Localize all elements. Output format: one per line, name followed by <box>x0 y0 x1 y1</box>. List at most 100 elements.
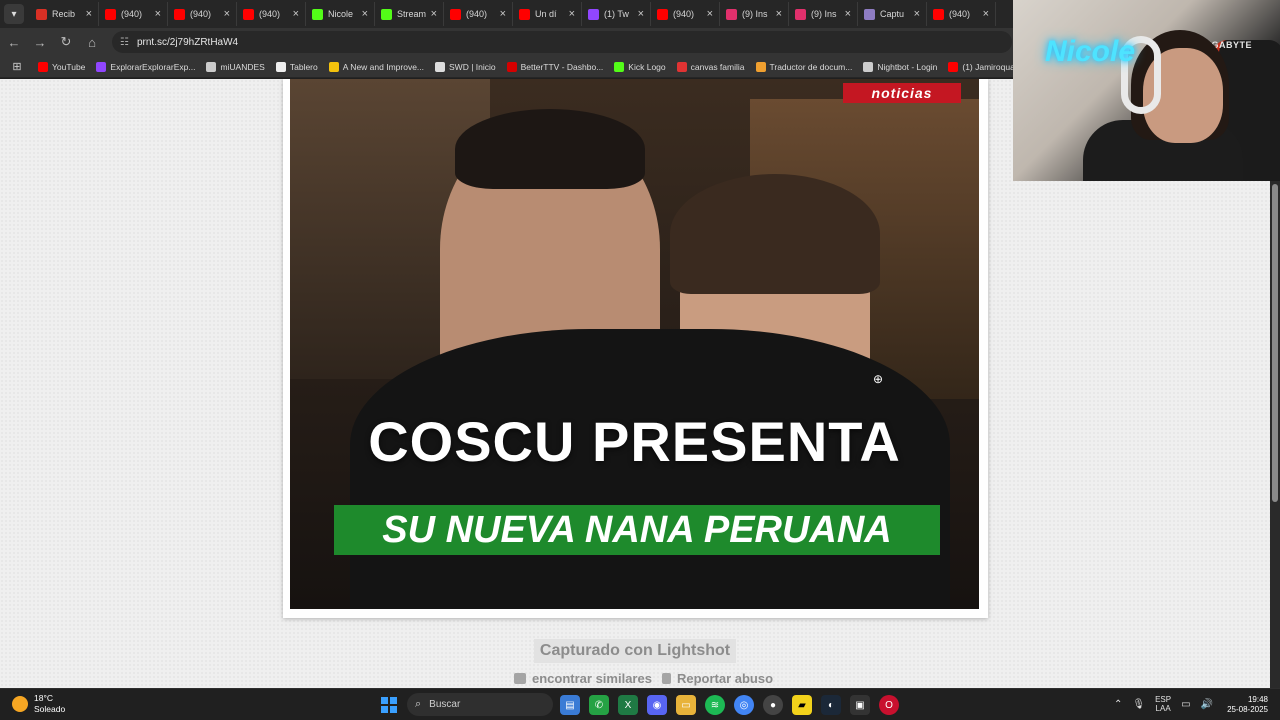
volume-icon[interactable]: 🔊 <box>1201 699 1213 710</box>
close-icon[interactable]: × <box>431 8 437 20</box>
browser-tab[interactable]: (9) Ins × <box>720 2 789 26</box>
bookmark-favicon-icon <box>38 61 48 72</box>
back-button[interactable]: ← <box>2 30 26 54</box>
bookmark-item[interactable]: YouTube <box>38 61 85 72</box>
close-icon[interactable]: × <box>707 8 713 20</box>
browser-tab[interactable]: Recib × <box>30 2 99 26</box>
captured-with-lightshot[interactable]: Capturado con Lightshot <box>534 639 736 663</box>
tab-title: (1) Tw <box>604 9 629 19</box>
browser-tab[interactable]: (1) Tw × <box>582 2 651 26</box>
browser-tab[interactable]: (940) × <box>237 2 306 26</box>
bookmark-label: ExplorarExplorarExp... <box>110 61 196 72</box>
close-icon[interactable]: × <box>983 8 989 20</box>
browser-tab[interactable]: Captu × <box>858 2 927 26</box>
file-explorer-icon[interactable]: ▭ <box>676 695 696 715</box>
bookmark-favicon-icon <box>206 61 217 72</box>
bookmark-item[interactable]: SWD | Inicio <box>435 61 496 72</box>
close-icon[interactable]: × <box>569 8 575 20</box>
system-clock[interactable]: 19:48 25-08-2025 <box>1222 695 1268 715</box>
reload-button[interactable]: ↻ <box>54 30 78 54</box>
bookmark-item[interactable]: Kick Logo <box>614 61 666 72</box>
bookmark-item[interactable]: canvas familia <box>676 61 745 72</box>
bookmark-item[interactable]: Traductor de docum... <box>755 61 852 72</box>
site-info-icon[interactable]: ☷ <box>120 37 129 48</box>
discord-icon[interactable]: ◉ <box>647 695 667 715</box>
spotify-icon[interactable]: ≋ <box>705 695 725 715</box>
bookmark-label: Tablero <box>289 61 318 72</box>
lightshot-icon <box>864 8 875 20</box>
youtube-icon <box>450 8 461 20</box>
bookmark-item[interactable]: miUANDES <box>206 61 265 72</box>
browser-tab[interactable]: (940) × <box>651 2 720 26</box>
kick-icon <box>381 8 392 20</box>
woman-hair <box>670 174 880 294</box>
noticias-badge: noticias <box>843 83 961 103</box>
browser-tab[interactable]: Nicole × <box>306 2 375 26</box>
language-indicator[interactable]: ESP LAA <box>1155 695 1171 713</box>
browser-tab[interactable]: (940) × <box>444 2 513 26</box>
search-icon: ⌕ <box>415 698 422 710</box>
tray-chevron-icon[interactable]: ⌃ <box>1114 699 1122 710</box>
excel-icon[interactable]: X <box>618 695 638 715</box>
home-button[interactable]: ⌂ <box>80 30 104 54</box>
weather-widget[interactable]: 18°C Soleado <box>12 693 65 715</box>
browser-tab[interactable]: (940) × <box>168 2 237 26</box>
screenshot-card: noticias COSCU PRESENTA SU NUEVA NANA PE… <box>283 79 988 618</box>
opera-gx-icon[interactable]: O <box>879 695 899 715</box>
bookmark-item[interactable]: Tablero <box>275 61 318 72</box>
close-icon[interactable]: × <box>776 8 782 20</box>
steam-icon[interactable]: ◐ <box>821 695 841 715</box>
obs-icon[interactable]: ● <box>763 695 783 715</box>
epic-games-icon[interactable]: ▣ <box>850 695 870 715</box>
close-icon[interactable]: × <box>638 8 644 20</box>
close-icon[interactable]: × <box>293 8 299 20</box>
chrome-icon[interactable]: ◎ <box>734 695 754 715</box>
url-input[interactable]: ☷ prnt.sc/2j79hZRtHaW4 <box>112 31 1012 53</box>
browser-tab[interactable]: Un dí × <box>513 2 582 26</box>
taskbar-search[interactable]: ⌕ Buscar <box>407 693 553 716</box>
screenshot-image[interactable]: noticias COSCU PRESENTA SU NUEVA NANA PE… <box>290 79 979 609</box>
browser-tab[interactable]: (940) × <box>927 2 996 26</box>
youtube-icon <box>243 8 254 20</box>
bookmark-item[interactable]: A New and Improve... <box>328 61 425 72</box>
sticky-notes-icon[interactable]: ▰ <box>792 695 812 715</box>
apps-grid-icon[interactable]: ⊞ <box>8 60 26 73</box>
trash-icon <box>661 673 671 684</box>
url-text: prnt.sc/2j79hZRtHaW4 <box>136 36 239 48</box>
windows-start-icon[interactable] <box>381 697 397 713</box>
microphone-icon[interactable]: 🎙 <box>1132 699 1145 710</box>
network-icon[interactable]: ▭ <box>1181 699 1190 710</box>
scrollbar-thumb[interactable] <box>1272 184 1278 502</box>
clock-date: 25-08-2025 <box>1227 705 1268 714</box>
notepad-icon[interactable]: ▤ <box>560 695 580 715</box>
tab-title: Un dí <box>535 9 557 19</box>
find-similar-link[interactable]: encontrar similares <box>514 671 652 686</box>
tab-title: Recib <box>52 9 76 19</box>
whatsapp-icon[interactable]: ✆ <box>589 695 609 715</box>
close-icon[interactable]: × <box>224 8 230 20</box>
close-icon[interactable]: × <box>362 8 368 20</box>
report-abuse-link[interactable]: Reportar abuso <box>661 671 773 686</box>
youtube-icon <box>174 8 185 20</box>
close-icon[interactable]: × <box>914 8 920 20</box>
bookmark-label: miUANDES <box>220 61 265 72</box>
browser-tab[interactable]: (940) × <box>99 2 168 26</box>
bookmark-item[interactable]: Nightbot - Login <box>863 61 937 72</box>
tab-search-button[interactable]: ▾ <box>4 4 24 24</box>
bookmark-label: A New and Improve... <box>342 61 425 72</box>
forward-button[interactable]: → <box>28 30 52 54</box>
close-icon[interactable]: × <box>86 8 92 20</box>
close-icon[interactable]: × <box>500 8 506 20</box>
browser-tab[interactable]: Stream × <box>375 2 444 26</box>
bookmark-item[interactable]: BetterTTV - Dashbo... <box>506 61 603 72</box>
bookmark-item[interactable]: ExplorarExplorarExp... <box>96 61 196 72</box>
close-icon[interactable]: × <box>845 8 851 20</box>
camera-icon <box>514 673 526 684</box>
close-icon[interactable]: × <box>155 8 161 20</box>
browser-tab[interactable]: (9) Ins × <box>789 2 858 26</box>
zoom-cursor-icon: ⊕ <box>873 372 884 386</box>
tab-title: (940) <box>121 9 143 19</box>
bookmark-favicon-icon <box>435 61 446 72</box>
youtube-icon <box>519 8 530 20</box>
tab-title: (940) <box>673 9 695 19</box>
